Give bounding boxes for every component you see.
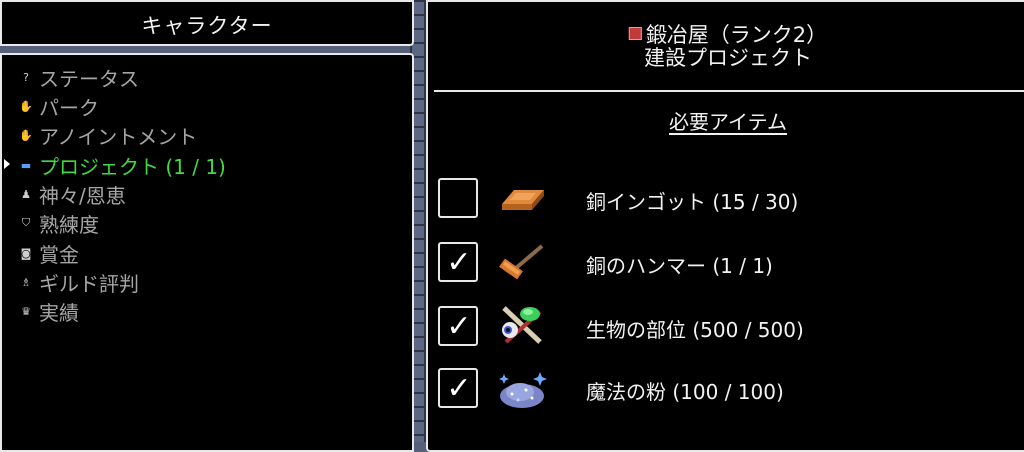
character-title-panel: キャラクター: [0, 0, 414, 46]
menu-item-label: ギルド評判: [39, 271, 139, 296]
project-subtitle: 建設プロジェクト: [644, 46, 812, 70]
menu-item-status[interactable]: ? ステータス: [18, 63, 139, 91]
character-menu: ? ステータス ✋ パーク ✋ アノイントメント ▬ プロジェクト (1 / 1…: [0, 53, 414, 452]
menu-item-bounties[interactable]: ◙ 賞金: [18, 239, 79, 267]
checkmark-icon: ✓: [446, 245, 472, 280]
item-checkbox[interactable]: ✓: [438, 242, 478, 282]
menu-item-label: ステータス: [39, 66, 139, 91]
trophy-icon: ♛: [21, 304, 31, 318]
ribbon-icon: ♗: [21, 275, 31, 289]
checkmark-icon: ✓: [446, 309, 472, 344]
anvil-icon: [628, 27, 642, 40]
menu-item-label: 実績: [39, 300, 79, 325]
panel-title: キャラクター: [141, 14, 273, 38]
menu-item-gods-boons[interactable]: ♟ 神々/恩恵: [18, 180, 126, 208]
creature-parts-icon: [502, 306, 542, 344]
required-items-title: 必要アイテム: [669, 110, 787, 134]
shield-icon: ⛉: [21, 216, 31, 229]
hand-icon: ✋: [19, 99, 33, 113]
project-detail-panel: 鍛冶屋（ランク2） 建設プロジェクト 必要アイテム 銅インゴット (15 / 3…: [426, 0, 1024, 452]
menu-item-label: 熟練度: [39, 212, 99, 237]
coin-icon: ◙: [20, 246, 32, 260]
menu-item-label: 賞金: [39, 242, 79, 267]
menu-item-anointments[interactable]: ✋ アノイントメント: [18, 121, 197, 149]
item-label: 銅のハンマー (1 / 1): [586, 254, 773, 278]
hand-icon: ✋: [19, 128, 33, 142]
copper-hammer-icon: [499, 244, 544, 280]
menu-item-label: アノイントメント: [39, 124, 198, 149]
question-icon: ?: [23, 70, 29, 84]
scroll-icon: ▬: [20, 158, 32, 172]
item-checkbox[interactable]: [438, 178, 478, 218]
item-label: 銅インゴット (15 / 30): [586, 190, 799, 214]
menu-item-achievements[interactable]: ♛ 実績: [18, 297, 79, 325]
menu-item-projects[interactable]: ▬ プロジェクト (1 / 1): [4, 151, 226, 179]
menu-item-label: パーク: [39, 95, 99, 120]
item-label: 生物の部位 (500 / 500): [586, 318, 804, 342]
menu-item-label: 神々/恩恵: [39, 183, 126, 208]
menu-item-proficiency[interactable]: ⛉ 熟練度: [18, 209, 99, 237]
item-checkbox[interactable]: ✓: [438, 368, 478, 408]
checkmark-icon: ✓: [446, 371, 472, 406]
copper-ingot-icon: [502, 190, 544, 210]
item-label: 魔法の粉 (100 / 100): [586, 380, 784, 404]
menu-item-label: プロジェクト (1 / 1): [39, 154, 226, 179]
selection-cursor-icon: [4, 159, 10, 169]
magic-dust-icon: [499, 372, 547, 408]
menu-item-perks[interactable]: ✋ パーク: [18, 92, 99, 120]
statue-icon: ♟: [21, 187, 31, 201]
item-checkbox[interactable]: ✓: [438, 306, 478, 346]
menu-item-guild-reputation[interactable]: ♗ ギルド評判: [18, 268, 139, 296]
divider: [434, 90, 1024, 92]
